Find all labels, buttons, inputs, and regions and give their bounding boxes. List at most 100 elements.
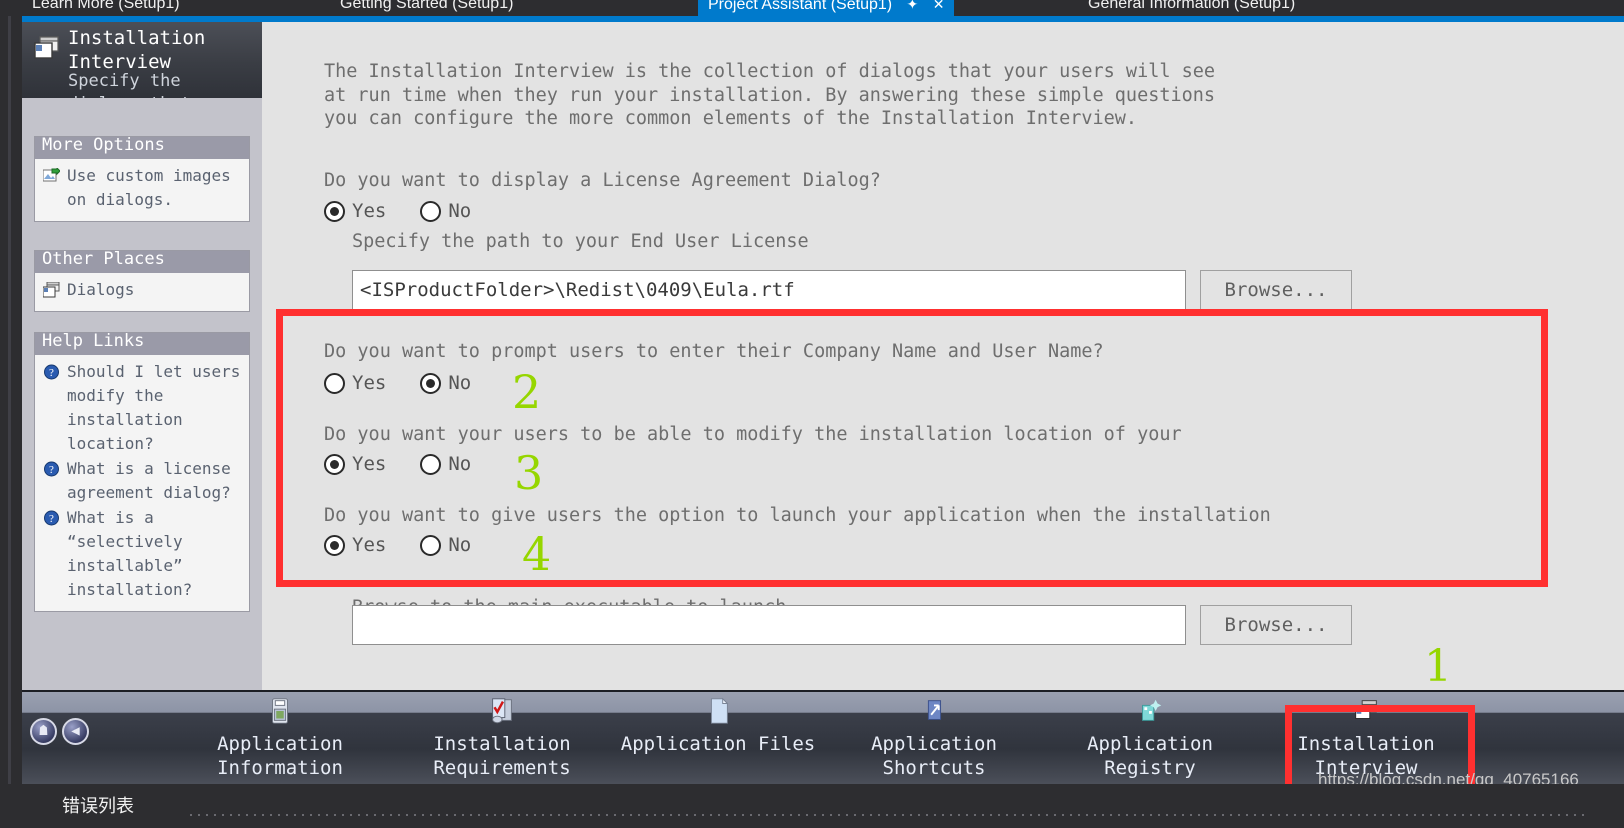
ide-left-gutter [0,16,22,828]
radio-label: No [448,453,472,475]
radio-launch-yes[interactable]: Yes [324,534,386,556]
license-path-input[interactable]: <ISProductFolder>\Redist\0409\Eula.rtf [352,270,1186,310]
sidebar-item-label: Use custom images on dialogs. [67,166,231,209]
panel-title: Other Places [35,251,249,273]
main-content: The Installation Interview is the collec… [262,22,1624,690]
tab-label: General Information (Setup1) [1088,0,1296,12]
help-link-label: What is a license agreement dialog? [67,459,231,502]
annotation-number-2: 2 [512,365,542,419]
sidebar-title: Installation Interview [68,27,206,73]
nav-label: Installation Requirements [433,733,571,779]
radio-dot [420,453,442,475]
tab-general-information[interactable]: General Information (Setup1) [1078,0,1306,16]
back-arrow-icon[interactable]: ◀ [62,718,89,745]
tab-learn-more[interactable]: Learn More (Setup1) [22,0,190,16]
radio-label: No [448,372,472,394]
annotation-number-1: 1 [1424,641,1452,692]
installation-requirements-icon [492,698,512,724]
panel-more-options: More Options Use custom images on dialog… [34,136,250,222]
radio-label: Yes [352,534,387,556]
svg-text:?: ? [49,464,54,476]
sidebar: Installation Interview Specify the dialo… [22,22,262,690]
panel-body: Use custom images on dialogs. [35,159,249,221]
sidebar-item-dialogs[interactable]: Dialogs [41,278,243,302]
radio-label: Yes [352,200,387,222]
help-icon: ? [44,461,59,477]
error-list-strip: 错误列表 [0,784,1624,828]
radio-launch-no[interactable]: No [420,534,471,556]
radio-dot [420,200,442,222]
close-icon[interactable]: ✕ [933,0,945,12]
tab-label: Learn More (Setup1) [32,0,180,12]
help-link-license-agreement-dialog[interactable]: ? What is a license agreement dialog? [41,457,243,505]
svg-text:?: ? [49,513,54,525]
sidebar-item-use-custom-images[interactable]: Use custom images on dialogs. [41,164,243,212]
panel-title: Help Links [35,333,249,355]
help-link-modify-install-location[interactable]: ? Should I let users modify the installa… [41,360,243,456]
help-link-selectively-installable[interactable]: ? What is a “selectively installable” in… [41,506,243,602]
nav-application-files[interactable]: Application Files [618,696,818,780]
radio-label: Yes [352,453,387,475]
radio-license-yes[interactable]: Yes [324,200,386,222]
annotation-number-4: 4 [522,527,552,581]
nav-application-registry[interactable]: Application Registry [1050,696,1250,780]
radio-dot [420,534,442,556]
editor-tab-strip: Learn More (Setup1) Getting Started (Set… [0,0,1624,16]
application-registry-icon [1142,699,1162,721]
executable-path-input[interactable] [352,605,1186,645]
home-icon[interactable]: ☗ [30,718,57,745]
radio-company-yes[interactable]: Yes [324,372,386,394]
executable-browse-button[interactable]: Browse... [1200,605,1352,645]
application-files-icon [710,697,729,724]
radio-dot [324,372,345,394]
radio-license-no[interactable]: No [420,200,471,222]
radiogroup-modify-install-location[interactable]: Yes No [324,453,505,475]
nav-application-information[interactable]: Application Information [180,696,380,780]
error-list-divider [190,814,1590,816]
sidebar-subtitle: Specify the dialogs that are [68,71,232,98]
panel-title: More Options [35,137,249,159]
radio-dot [420,372,442,394]
help-link-label: Should I let users modify the installati… [67,362,241,453]
radiogroup-launch-application[interactable]: Yes No [324,534,505,556]
sidebar-item-label: Dialogs [67,280,135,299]
radio-label: Yes [352,372,387,394]
installation-interview-icon [1355,700,1377,719]
nav-application-shortcuts[interactable]: Application Shortcuts [834,696,1034,780]
question-launch-application: Do you want to give users the option to … [324,505,1271,526]
sidebar-header: Installation Interview Specify the dialo… [22,22,262,98]
nav-installation-interview[interactable]: Installation Interview [1266,696,1466,780]
panel-other-places: Other Places Dialogs [34,250,250,312]
dialogs-icon [34,36,59,59]
nav-installation-requirements[interactable]: Installation Requirements [402,696,602,780]
radio-company-no[interactable]: No [420,372,471,394]
error-list-label: 错误列表 [62,796,134,816]
radio-dot [324,534,345,556]
radio-label: No [448,200,472,222]
label-license-path: Specify the path to your End User Licens… [352,231,809,252]
radio-location-yes[interactable]: Yes [324,453,386,475]
radio-dot [324,200,345,222]
radiogroup-license-agreement[interactable]: Yes No [324,200,505,222]
tab-label: Project Assistant (Setup1) [708,0,893,13]
nav-label: Application Registry [1087,733,1213,779]
help-icon: ? [44,510,59,526]
panel-body: ? Should I let users modify the installa… [35,355,249,611]
tab-project-assistant[interactable]: Project Assistant (Setup1) ✦ ✕ [698,0,955,16]
license-browse-button[interactable]: Browse... [1200,270,1352,310]
dialogs-icon [43,282,60,298]
help-link-label: What is a “selectively installable” inst… [67,508,193,599]
question-company-user-name: Do you want to prompt users to enter the… [324,341,1104,362]
intro-paragraph: The Installation Interview is the collec… [324,61,1216,129]
question-modify-install-location: Do you want your users to be able to mod… [324,424,1182,445]
radiogroup-company-user-name[interactable]: Yes No [324,372,505,394]
radio-location-no[interactable]: No [420,453,471,475]
svg-text:?: ? [49,367,54,379]
nav-label: Application Files [620,733,816,755]
help-icon: ? [44,364,59,380]
pin-icon[interactable]: ✦ [907,0,919,12]
image-icon [43,168,60,182]
project-assistant-panel: Installation Interview Specify the dialo… [22,22,1624,784]
tab-getting-started[interactable]: Getting Started (Setup1) [330,0,524,16]
panel-help-links: Help Links ? Should I let users modify t… [34,332,250,612]
